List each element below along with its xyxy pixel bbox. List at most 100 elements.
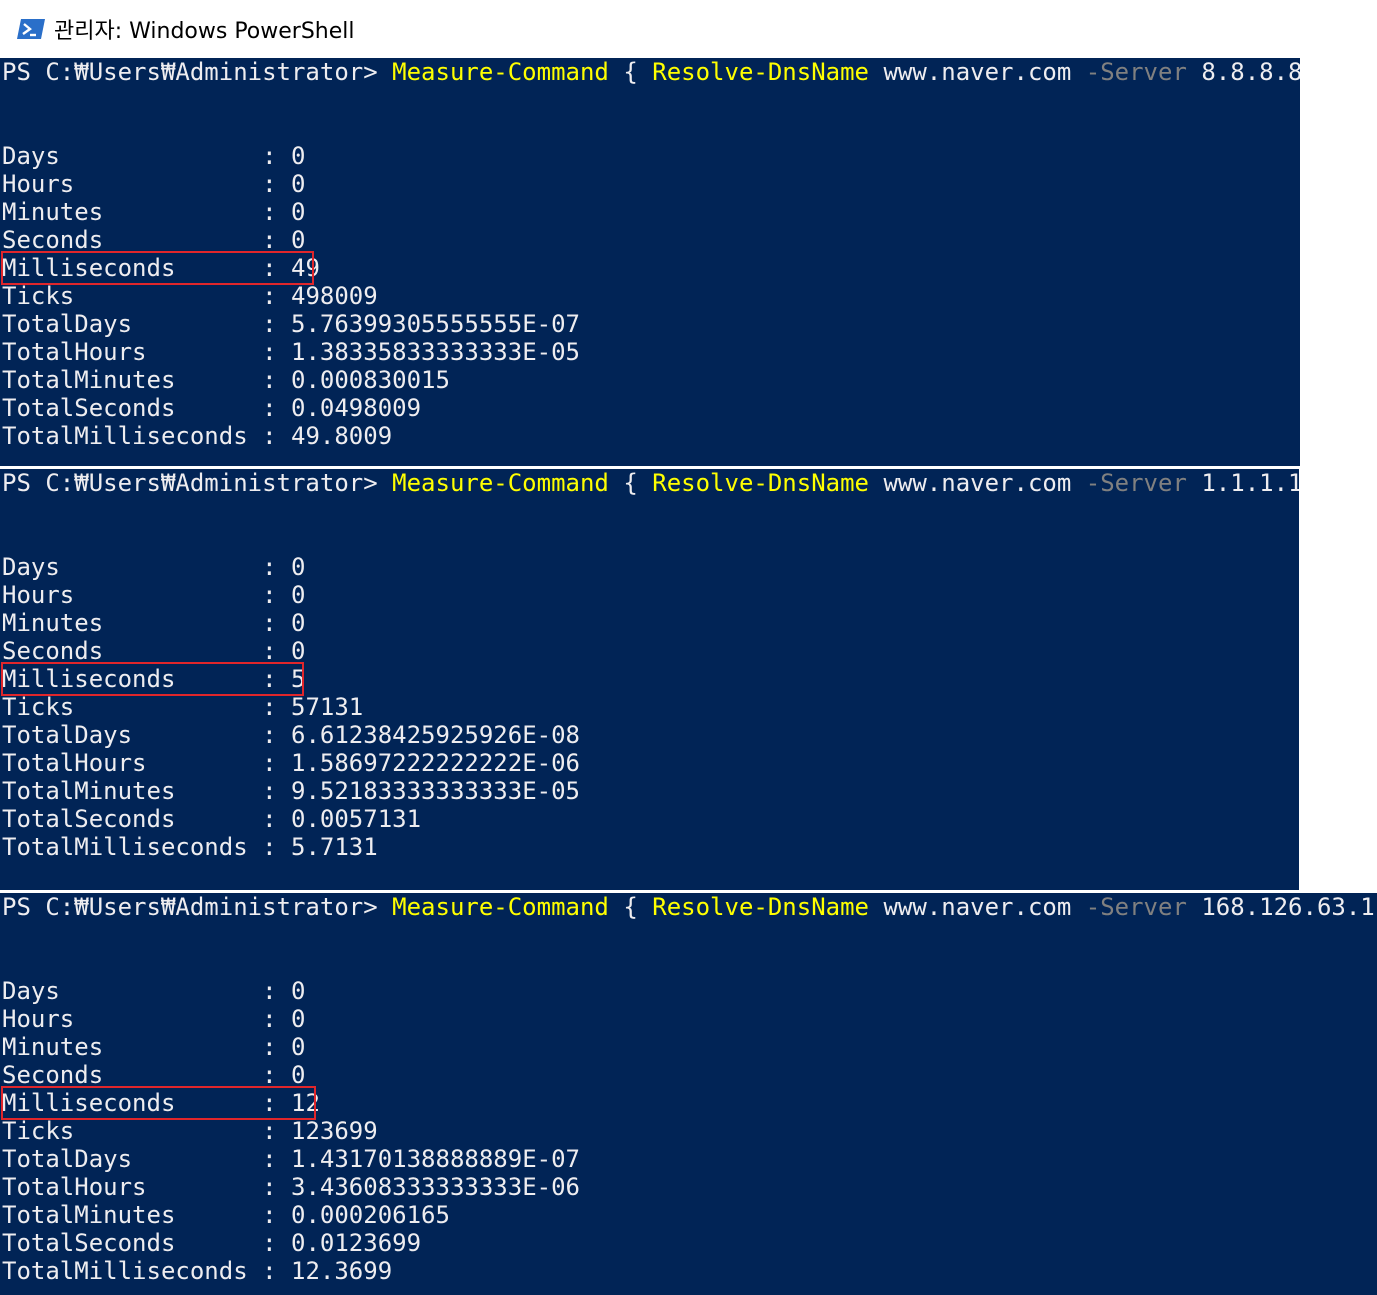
- title-bar[interactable]: 관리자: Windows PowerShell: [0, 0, 1300, 58]
- result-row: TotalDays : 1.43170138888889E-07: [2, 1145, 580, 1173]
- result-label: TotalSeconds: [2, 394, 263, 422]
- result-value: 0: [291, 581, 306, 609]
- result-label: Hours: [2, 170, 263, 198]
- result-row: Days : 0: [2, 142, 305, 170]
- parameter-name: -Server: [1085, 893, 1187, 921]
- result-row: TotalMilliseconds : 49.8009: [2, 422, 392, 450]
- result-separator: :: [262, 1229, 291, 1257]
- result-label: Minutes: [2, 609, 263, 637]
- result-label: TotalMilliseconds: [2, 833, 263, 861]
- command-name: Resolve-DnsName: [652, 58, 869, 86]
- result-row: TotalHours : 1.58697222222222E-06: [2, 749, 580, 777]
- result-label: Seconds: [2, 226, 263, 254]
- result-row: TotalDays : 5.76399305555555E-07: [2, 310, 580, 338]
- result-value: 0: [291, 637, 306, 665]
- command-prompt-line: PS C:₩Users₩Administrator> Measure-Comma…: [2, 469, 1299, 497]
- milliseconds-highlight-box: [1, 1086, 316, 1120]
- result-row: TotalMilliseconds : 5.7131: [2, 833, 378, 861]
- result-row: Days : 0: [2, 977, 305, 1005]
- result-value: 0: [291, 1061, 306, 1089]
- window-title: 관리자: Windows PowerShell: [54, 19, 355, 44]
- result-value: 5.76399305555555E-07: [291, 310, 580, 338]
- result-value: 0: [291, 1005, 306, 1033]
- result-separator: :: [262, 198, 291, 226]
- result-value: 9.52183333333333E-05: [291, 777, 580, 805]
- server-address: 1.1.1.1: [1201, 469, 1299, 497]
- milliseconds-highlight-box: [1, 662, 304, 696]
- result-value: 0: [291, 142, 306, 170]
- result-label: Ticks: [2, 1117, 263, 1145]
- result-separator: :: [262, 422, 291, 450]
- result-label: Ticks: [2, 693, 263, 721]
- result-row: TotalHours : 1.38335833333333E-05: [2, 338, 580, 366]
- result-separator: :: [262, 977, 291, 1005]
- result-row: Hours : 0: [2, 1005, 305, 1033]
- brace-open: {: [608, 469, 653, 497]
- result-value: 498009: [291, 282, 378, 310]
- result-label: TotalSeconds: [2, 1229, 263, 1257]
- result-label: Seconds: [2, 637, 263, 665]
- result-label: Hours: [2, 581, 263, 609]
- result-row: Days : 0: [2, 553, 305, 581]
- argument-text: www.naver.com: [869, 893, 1086, 921]
- result-separator: :: [262, 1033, 291, 1061]
- prompt-text: PS C:₩Users₩Administrator>: [2, 469, 393, 497]
- result-value: 0: [291, 170, 306, 198]
- console-output-run-3[interactable]: PS C:₩Users₩Administrator> Measure-Comma…: [0, 893, 1377, 1295]
- result-label: Days: [2, 977, 263, 1005]
- result-row: Minutes : 0: [2, 609, 305, 637]
- result-separator: :: [262, 282, 291, 310]
- brace-open: {: [608, 58, 653, 86]
- result-label: TotalDays: [2, 310, 263, 338]
- server-address: 8.8.8.8: [1201, 58, 1300, 86]
- powershell-icon: [16, 17, 46, 41]
- result-value: 49.8009: [291, 422, 393, 450]
- result-label: TotalMilliseconds: [2, 1257, 263, 1285]
- console-output-run-2[interactable]: PS C:₩Users₩Administrator> Measure-Comma…: [0, 469, 1299, 890]
- result-row: TotalMinutes : 0.000830015: [2, 366, 450, 394]
- result-separator: :: [262, 226, 291, 254]
- result-label: TotalMinutes: [2, 366, 263, 394]
- result-row: TotalSeconds : 0.0498009: [2, 394, 421, 422]
- result-row: Ticks : 123699: [2, 1117, 378, 1145]
- result-separator: :: [262, 553, 291, 581]
- result-separator: :: [262, 609, 291, 637]
- result-label: TotalMinutes: [2, 777, 263, 805]
- result-row: TotalMilliseconds : 12.3699: [2, 1257, 392, 1285]
- result-separator: :: [262, 366, 291, 394]
- result-row: TotalMinutes : 9.52183333333333E-05: [2, 777, 580, 805]
- result-value: 0.000206165: [291, 1201, 450, 1229]
- result-label: Days: [2, 142, 263, 170]
- result-row: Seconds : 0: [2, 637, 305, 665]
- result-value: 123699: [291, 1117, 378, 1145]
- result-separator: :: [262, 637, 291, 665]
- result-label: Days: [2, 553, 263, 581]
- result-label: Minutes: [2, 1033, 263, 1061]
- result-separator: :: [262, 777, 291, 805]
- result-label: Seconds: [2, 1061, 263, 1089]
- prompt-text: PS C:₩Users₩Administrator>: [2, 893, 393, 921]
- result-separator: :: [262, 749, 291, 777]
- argument-text: www.naver.com: [869, 58, 1086, 86]
- result-separator: :: [262, 721, 291, 749]
- result-label: TotalHours: [2, 1173, 263, 1201]
- console-output-run-1[interactable]: PS C:₩Users₩Administrator> Measure-Comma…: [0, 58, 1300, 466]
- result-value: 5.7131: [291, 833, 378, 861]
- command-name: Measure-Command: [392, 469, 609, 497]
- result-value: 0.0498009: [291, 394, 422, 422]
- result-row: Hours : 0: [2, 170, 305, 198]
- result-label: Minutes: [2, 198, 263, 226]
- result-separator: :: [262, 693, 291, 721]
- result-label: TotalDays: [2, 1145, 263, 1173]
- result-label: TotalHours: [2, 749, 263, 777]
- result-label: TotalMilliseconds: [2, 422, 263, 450]
- result-separator: :: [262, 394, 291, 422]
- result-value: 0.000830015: [291, 366, 450, 394]
- result-row: TotalSeconds : 0.0123699: [2, 1229, 421, 1257]
- result-row: Ticks : 498009: [2, 282, 378, 310]
- result-separator: :: [262, 310, 291, 338]
- result-separator: :: [262, 170, 291, 198]
- server-address: 168.126.63.1: [1186, 893, 1377, 921]
- command-prompt-line: PS C:₩Users₩Administrator> Measure-Comma…: [2, 893, 1377, 921]
- result-label: TotalSeconds: [2, 805, 263, 833]
